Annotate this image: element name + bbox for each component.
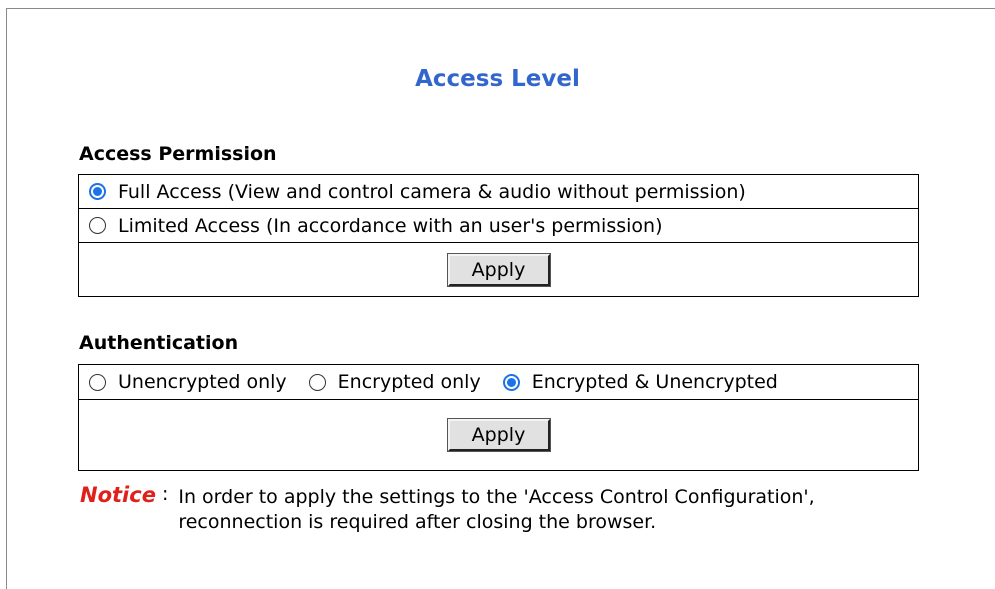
limited-access-radio[interactable] (89, 217, 106, 234)
notice-line-2: reconnection is required after closing t… (178, 511, 657, 533)
full-access-label[interactable]: Full Access (View and control camera & a… (118, 181, 746, 203)
access-permission-apply-button[interactable]: Apply (446, 252, 551, 287)
encrypted-only-radio[interactable] (308, 373, 326, 391)
page-frame-left-border (6, 8, 7, 589)
authentication-options-row: Unencrypted only Encrypted only Encrypte… (79, 365, 918, 400)
notice-colon: : (161, 483, 169, 505)
authentication-apply-row: Apply (79, 400, 918, 470)
unencrypted-only-option[interactable]: Unencrypted only (89, 371, 287, 393)
notice-label: Notice (80, 483, 156, 507)
notice-line-1: In order to apply the settings to the 'A… (178, 486, 815, 508)
encrypted-and-unencrypted-label[interactable]: Encrypted & Unencrypted (532, 371, 778, 393)
encrypted-and-unencrypted-option[interactable]: Encrypted & Unencrypted (502, 371, 778, 393)
encrypted-and-unencrypted-radio[interactable] (502, 373, 520, 391)
notice: Notice : In order to apply the settings … (80, 483, 815, 535)
authentication-apply-button[interactable]: Apply (446, 418, 551, 452)
access-permission-apply-row: Apply (79, 243, 918, 296)
access-permission-heading: Access Permission (79, 143, 277, 165)
encrypted-only-label[interactable]: Encrypted only (338, 371, 481, 393)
notice-text: In order to apply the settings to the 'A… (178, 485, 814, 535)
unencrypted-only-label[interactable]: Unencrypted only (118, 371, 287, 393)
encrypted-only-option[interactable]: Encrypted only (308, 371, 481, 393)
authentication-panel: Unencrypted only Encrypted only Encrypte… (78, 364, 919, 471)
limited-access-row[interactable]: Limited Access (In accordance with an us… (79, 209, 918, 243)
authentication-heading: Authentication (79, 332, 239, 354)
access-permission-panel: Full Access (View and control camera & a… (78, 174, 919, 297)
full-access-row[interactable]: Full Access (View and control camera & a… (79, 175, 918, 209)
unencrypted-only-radio[interactable] (89, 373, 106, 391)
limited-access-label[interactable]: Limited Access (In accordance with an us… (118, 215, 662, 237)
page-title: Access Level (415, 66, 580, 92)
page-frame-top-border (6, 8, 995, 9)
full-access-radio[interactable] (89, 183, 106, 200)
